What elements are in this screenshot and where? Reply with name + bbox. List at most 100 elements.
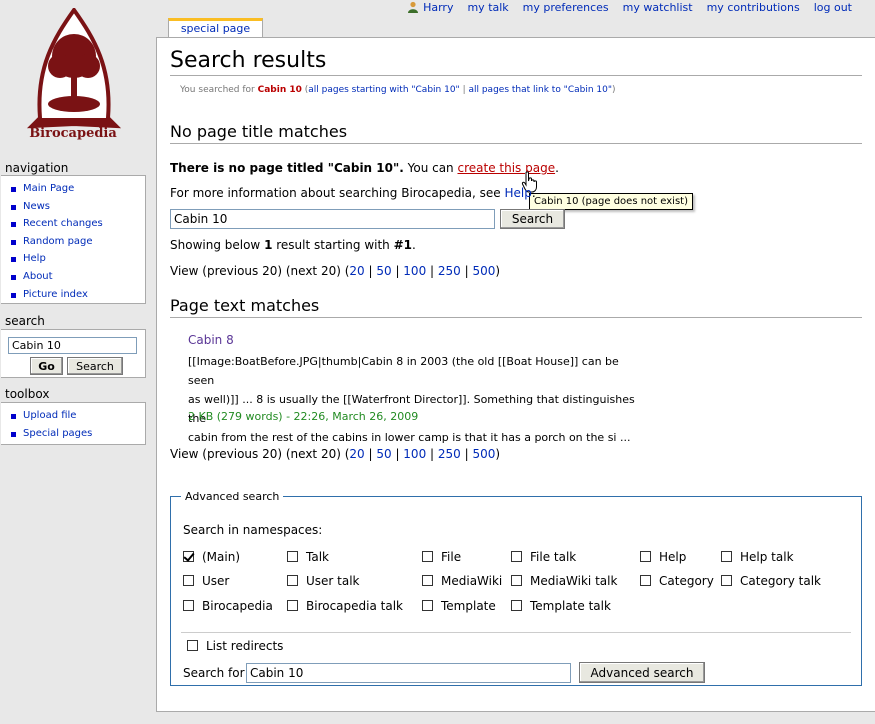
namespace-checkbox-birocapedia-talk[interactable] (287, 600, 298, 611)
snippet-line: [[Image:BoatBefore.JPG|thumb|Cabin 8 in … (188, 355, 619, 387)
namespace-option-file-talk[interactable]: File talk (511, 550, 576, 564)
personal-bar: Harry my talk my preferences my watchlis… (408, 0, 875, 16)
namespace-checkbox-user[interactable] (183, 575, 194, 586)
sidebar-item-random-page[interactable]: Random page (11, 233, 145, 251)
sidebar-item-main-page[interactable]: Main Page (11, 180, 145, 198)
pager-500[interactable]: 500 (472, 447, 495, 461)
namespace-option-category[interactable]: Category (640, 574, 714, 588)
go-button[interactable]: Go (30, 357, 63, 375)
tab-special-page[interactable]: special page (168, 18, 263, 38)
namespace-checkbox-help[interactable] (640, 551, 651, 562)
pager-100[interactable]: 100 (403, 447, 426, 461)
help-link[interactable]: Help (505, 186, 532, 200)
sidebar-item-picture-index[interactable]: Picture index (11, 286, 145, 304)
namespace-option-main[interactable]: (Main) (183, 550, 240, 564)
personal-my-talk[interactable]: my talk (467, 0, 508, 16)
text-matches-heading: Page text matches (170, 296, 862, 318)
result-title-link[interactable]: Cabin 8 (188, 333, 234, 347)
namespace-checkbox-talk[interactable] (287, 551, 298, 562)
namespace-checkbox-template[interactable] (422, 600, 433, 611)
search-query-input[interactable] (170, 209, 495, 229)
pager-250[interactable]: 250 (438, 447, 461, 461)
namespace-option-mediawiki[interactable]: MediaWiki (422, 574, 502, 588)
personal-log-out[interactable]: log out (814, 0, 852, 16)
sidebar-item-about[interactable]: About (11, 268, 145, 286)
namespace-checkbox-birocapedia[interactable] (183, 600, 194, 611)
pager-500[interactable]: 500 (472, 264, 495, 278)
namespace-label-user-talk: User talk (306, 574, 360, 588)
advanced-divider (181, 632, 851, 633)
namespace-option-template[interactable]: Template (422, 599, 496, 613)
advanced-search-input[interactable] (246, 663, 571, 683)
toolbox-heading: toolbox (5, 387, 50, 401)
results-info-mid: result starting with (272, 238, 394, 252)
namespace-label-file-talk: File talk (530, 550, 577, 564)
namespace-option-user[interactable]: User (183, 574, 229, 588)
list-redirects-option[interactable]: List redirects (187, 639, 283, 653)
pager-sep: | (426, 447, 438, 461)
namespace-checkbox-user-talk[interactable] (287, 575, 298, 586)
pager-100[interactable]: 100 (403, 264, 426, 278)
namespace-option-file[interactable]: File (422, 550, 461, 564)
sidebar-search-input[interactable] (8, 337, 137, 354)
create-page-link[interactable]: create this page (457, 161, 555, 175)
results-info-end: . (412, 238, 416, 252)
namespace-checkbox-help-talk[interactable] (721, 551, 732, 562)
personal-user-label: Harry (423, 1, 454, 14)
namespace-label-category: Category (659, 574, 714, 588)
search-portlet: Go Search (1, 329, 146, 378)
namespace-checkbox-category-talk[interactable] (721, 575, 732, 586)
pager-20[interactable]: 20 (349, 264, 364, 278)
snippet-line: cabin from the rest of the cabins in low… (188, 431, 631, 444)
personal-my-contributions[interactable]: my contributions (707, 0, 800, 16)
namespace-checkbox-file-talk[interactable] (511, 551, 522, 562)
namespace-label-template-talk: Template talk (530, 599, 611, 613)
pager-50[interactable]: 50 (376, 264, 391, 278)
pager-end: ) (495, 447, 501, 461)
advanced-search-button[interactable]: Advanced search (579, 662, 705, 683)
namespace-option-talk[interactable]: Talk (287, 550, 329, 564)
pager-50[interactable]: 50 (376, 447, 391, 461)
pager-sep: | (460, 447, 473, 461)
prefix-search-link[interactable]: all pages starting with "Cabin 10" (308, 85, 459, 95)
namespace-option-birocapedia-talk[interactable]: Birocapedia talk (287, 599, 403, 613)
advanced-search-fieldset: Advanced search Search in namespaces: (M… (170, 490, 862, 686)
namespace-option-template-talk[interactable]: Template talk (511, 599, 611, 613)
namespace-checkbox-mediawiki[interactable] (422, 575, 433, 586)
sidebar-item-news[interactable]: News (11, 198, 145, 216)
namespace-checkbox-mediawiki-talk[interactable] (511, 575, 522, 586)
namespace-option-mediawiki-talk[interactable]: MediaWiki talk (511, 574, 617, 588)
pager-250[interactable]: 250 (438, 264, 461, 278)
namespace-option-birocapedia[interactable]: Birocapedia (183, 599, 273, 613)
what-links-here-link[interactable]: all pages that link to "Cabin 10" (468, 85, 612, 95)
namespace-label-user: User (202, 574, 230, 588)
personal-my-preferences[interactable]: my preferences (523, 0, 609, 16)
sidebar-search-button[interactable]: Search (67, 357, 123, 375)
personal-user[interactable]: Harry (407, 0, 453, 16)
toolbox-item-upload-file[interactable]: Upload file (11, 407, 145, 425)
sidebar-item-help[interactable]: Help (11, 250, 145, 268)
namespace-option-help[interactable]: Help (640, 550, 686, 564)
namespace-option-user-talk[interactable]: User talk (287, 574, 360, 588)
pager-20[interactable]: 20 (349, 447, 364, 461)
no-title-bold: There is no page titled "Cabin 10". (170, 161, 404, 175)
namespace-label-talk: Talk (306, 550, 329, 564)
sidebar-item-recent-changes[interactable]: Recent changes (11, 215, 145, 233)
namespace-checkbox-main[interactable] (183, 551, 194, 562)
pager-sep: | (391, 447, 404, 461)
list-redirects-checkbox[interactable] (187, 640, 198, 651)
pager-sep: | (426, 264, 438, 278)
results-info: Showing below 1 result starting with #1. (170, 238, 416, 252)
namespace-checkbox-template-talk[interactable] (511, 600, 522, 611)
toolbox-item-special-pages[interactable]: Special pages (11, 425, 145, 443)
namespace-label-birocapedia: Birocapedia (202, 599, 273, 613)
subtitle-close: ) (612, 85, 616, 95)
namespace-option-help-talk[interactable]: Help talk (721, 550, 794, 564)
namespace-option-category-talk[interactable]: Category talk (721, 574, 821, 588)
pager-sep: | (364, 447, 377, 461)
namespace-label-template: Template (441, 599, 496, 613)
personal-my-watchlist[interactable]: my watchlist (623, 0, 693, 16)
namespace-checkbox-file[interactable] (422, 551, 433, 562)
namespace-checkbox-category[interactable] (640, 575, 651, 586)
search-button[interactable]: Search (500, 209, 565, 229)
